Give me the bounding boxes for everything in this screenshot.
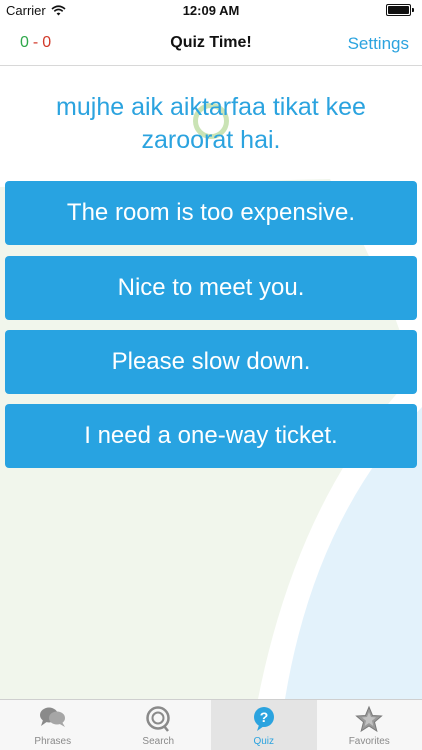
answer-button[interactable]: Please slow down. [5,330,417,394]
tab-favorites[interactable]: Favorites [317,700,422,750]
battery-icon [386,4,416,17]
search-icon [146,706,170,732]
status-time: 12:09 AM [182,3,240,18]
answer-button[interactable]: I need a one-way ticket. [5,404,417,468]
tab-label: Quiz [253,736,275,747]
tab-label: Favorites [348,736,390,747]
tab-quiz[interactable]: ? Quiz [211,700,317,750]
tab-bar: Phrases Search ? Quiz Favorites [0,699,422,750]
navigation-bar: 0-0 Quiz Time! Settings [0,22,422,66]
answer-button[interactable]: The room is too expensive. [5,181,417,245]
tab-phrases[interactable]: Phrases [0,700,106,750]
svg-text:?: ? [259,709,268,725]
answer-button[interactable]: Nice to meet you. [5,256,417,320]
quiz-content: mujhe aik aiktarfaa tikat kee zaroorat h… [0,67,422,699]
quiz-icon: ? [253,707,274,731]
question-text: mujhe aik aiktarfaa tikat kee zaroorat h… [56,93,366,154]
tab-search[interactable]: Search [106,700,212,750]
settings-button[interactable]: Settings [348,34,409,54]
tab-label: Search [142,736,175,747]
status-bar: Carrier 12:09 AM [0,0,422,22]
speech-bubbles-icon [39,707,65,727]
star-icon [355,705,384,733]
tab-label: Phrases [34,736,72,747]
